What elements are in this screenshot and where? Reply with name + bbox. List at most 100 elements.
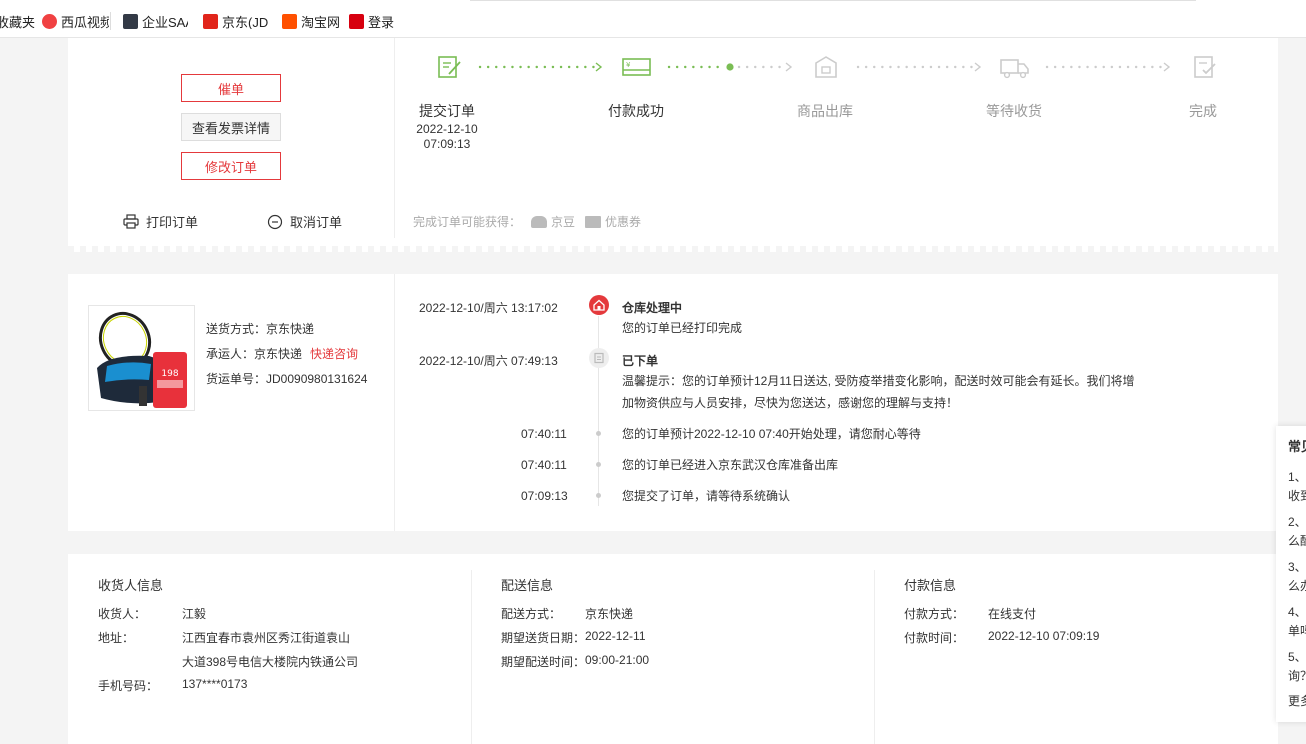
faq-item[interactable]: 收到 — [1288, 487, 1306, 504]
warehouse-icon — [589, 295, 609, 315]
dashed-edge — [68, 246, 1278, 252]
product-image[interactable]: 198 — [88, 305, 195, 411]
payment-time: 2022-12-10 07:09:19 — [988, 629, 1100, 643]
faq-item[interactable]: 1、 — [1288, 468, 1306, 485]
bookmark-label: 收藏夹 — [0, 14, 36, 30]
divider — [874, 570, 875, 744]
timeline-time: 07:40:11 — [521, 427, 567, 441]
divider — [394, 274, 395, 531]
timeline-time: 07:40:11 — [521, 458, 567, 472]
receiver-name: 江毅 — [182, 607, 207, 621]
address-line2: 大道398号电信大楼院内铁通公司 — [182, 655, 359, 669]
bookmark-label: 淘宝网 — [301, 14, 341, 30]
jingdou-reward: 京豆 — [531, 213, 575, 230]
phone-label: 手机号码： — [98, 679, 159, 693]
delivery-method-label: 配送方式： — [501, 607, 562, 621]
faq-item[interactable]: 5、 — [1288, 648, 1306, 665]
faq-sidebar[interactable]: 常见 1、 收到 2、 么酝 3、 么办 4、 单吗 5、 询？ 更多 — [1276, 426, 1306, 722]
progress-connector — [1045, 62, 1171, 72]
divider — [471, 570, 472, 744]
bookmark-xigua[interactable]: 西瓜视频 — [42, 13, 109, 29]
badminton-racket-image: 198 — [89, 306, 194, 410]
step-label-complete: 完成 — [1189, 103, 1217, 119]
faq-item[interactable]: 2、 — [1288, 513, 1306, 530]
progress-connector — [478, 62, 603, 72]
payment-time-label: 付款时间： — [904, 631, 965, 645]
jingdou-label: 京豆 — [551, 215, 576, 229]
print-order-link[interactable]: 打印订单 — [123, 212, 198, 231]
courier-consult-link[interactable]: 快递咨询 — [310, 347, 358, 361]
order-info-panel — [68, 554, 1278, 744]
timeline-text: 您的订单已经打印完成 — [622, 321, 743, 335]
faq-item[interactable]: 么酝 — [1288, 532, 1306, 549]
divider — [394, 38, 395, 238]
price-tag: 198 — [161, 369, 178, 379]
delivery-date: 2022-12-11 — [585, 629, 646, 643]
progress-connector — [667, 62, 793, 72]
delivery-section-title: 配送信息 — [501, 578, 554, 593]
step-label-submit: 提交订单 — [419, 103, 475, 119]
rewards-label: 完成订单可能获得： — [413, 215, 522, 229]
shipping-method: 送货方式：京东快递 — [206, 322, 315, 336]
submit-order-icon — [438, 56, 461, 78]
faq-item[interactable]: 询？ — [1288, 667, 1306, 684]
rewards-row: 完成订单可能获得： 京豆 优惠券 — [413, 213, 641, 230]
timeline-dot — [596, 493, 601, 498]
timeline-time: 2022-12-10/周六 13:17:02 — [419, 301, 558, 315]
cancel-circle-icon — [267, 214, 283, 229]
timeline-line — [598, 316, 599, 506]
faq-more-link[interactable]: 更多 — [1288, 692, 1306, 709]
bookmark-jd[interactable]: 京东(JD) — [203, 13, 268, 29]
faq-item[interactable]: 3、 — [1288, 558, 1306, 575]
payment-card-icon: ¥ — [622, 58, 651, 76]
payment-method-label: 付款方式： — [904, 607, 965, 621]
step-label-awaiting: 等待收货 — [986, 103, 1042, 119]
timeline-dot — [596, 431, 601, 436]
phone-number: 137****0173 — [182, 677, 248, 691]
progress-connector — [856, 62, 982, 72]
faq-item[interactable]: 4、 — [1288, 603, 1306, 620]
step-time: 07:09:13 — [423, 137, 471, 151]
step-label-outbound: 商品出库 — [797, 103, 853, 119]
svg-text:¥: ¥ — [626, 61, 631, 69]
timeline-dot — [596, 462, 601, 467]
modify-order-button[interactable]: 修改订单 — [181, 152, 281, 180]
address-label: 地址： — [98, 631, 135, 645]
invoice-details-button[interactable]: 查看发票详情 — [181, 113, 281, 141]
timeline-title: 仓库处理中 — [622, 301, 683, 315]
step-label-paid: 付款成功 — [608, 103, 664, 119]
timeline-text: 您的订单预计2022-12-10 07:40开始处理，请您耐心等待 — [622, 427, 921, 441]
coupon-reward: 优惠券 — [585, 213, 641, 230]
faq-title: 常见 — [1288, 439, 1306, 454]
faq-item[interactable]: 单吗 — [1288, 622, 1306, 639]
print-order-label: 打印订单 — [146, 215, 199, 230]
cloud-bean-icon — [531, 215, 548, 228]
warehouse-out-icon — [815, 56, 837, 78]
carrier-line: 承运人：京东快递 快递咨询 — [206, 345, 358, 362]
receiver-section-title: 收货人信息 — [98, 578, 164, 593]
cancel-order-label: 取消订单 — [290, 215, 343, 230]
jd-icon — [203, 13, 218, 29]
taobao-icon — [282, 13, 297, 29]
bookmark-login[interactable]: 登录 — [349, 13, 394, 29]
timeline-title: 已下单 — [622, 354, 659, 368]
delivery-truck-icon — [1000, 59, 1029, 79]
payment-method: 在线支付 — [988, 607, 1037, 621]
delivery-time-label: 期望配送时间： — [501, 655, 586, 669]
address-line1: 江西宜春市袁州区秀江街道袁山 — [182, 631, 351, 645]
bookmark-favorites[interactable]: 收藏夹 — [0, 13, 36, 30]
faq-item[interactable]: 么办 — [1288, 577, 1306, 594]
cancel-order-link[interactable]: 取消订单 — [267, 212, 342, 231]
saas-icon — [123, 13, 138, 29]
order-placed-icon — [589, 348, 609, 368]
bookmark-label: 京东(JD) — [222, 14, 268, 30]
urge-button[interactable]: 催单 — [181, 74, 281, 102]
payment-section-title: 付款信息 — [904, 578, 957, 593]
coupon-icon — [585, 215, 602, 228]
timeline-time: 07:09:13 — [521, 489, 568, 503]
bookmark-taobao[interactable]: 淘宝网 — [282, 13, 340, 29]
bookmark-label: 企业SAAS — [142, 14, 188, 30]
deli-icon — [349, 13, 364, 29]
carrier-label: 承运人：京东快递 — [206, 347, 303, 361]
bookmark-saas[interactable]: 企业SAAS — [123, 13, 188, 29]
